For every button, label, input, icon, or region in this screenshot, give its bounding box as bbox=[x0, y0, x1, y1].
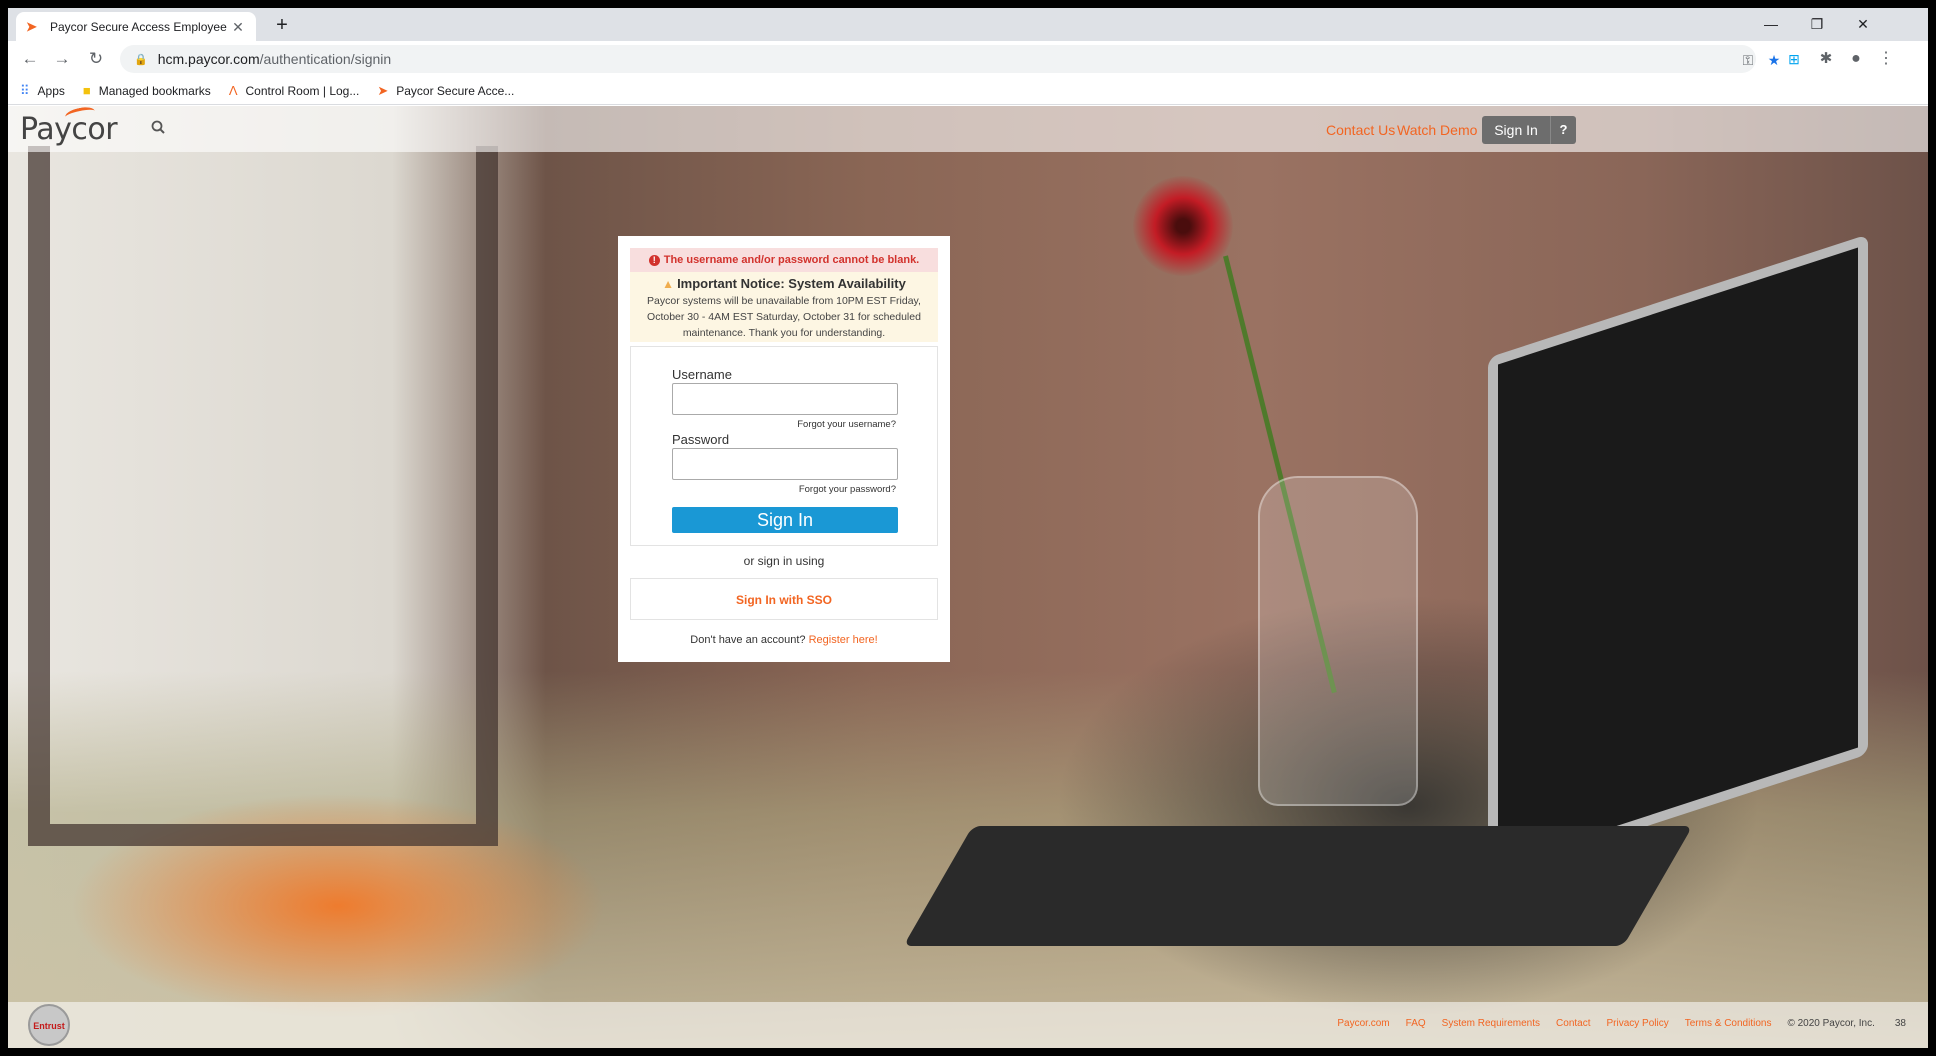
footer-link-system-requirements[interactable]: System Requirements bbox=[1442, 1018, 1540, 1029]
site-header: Paycor Contact Us Watch Demo Sign In ? bbox=[8, 106, 1928, 152]
close-window-icon[interactable]: ✕ bbox=[1840, 8, 1886, 41]
apps-grid-icon: ⠿ bbox=[20, 82, 30, 98]
error-banner: ! The username and/or password cannot be … bbox=[630, 248, 938, 272]
bookmarks-bar: ⠿ Apps ■ Managed bookmarks Λ Control Roo… bbox=[8, 77, 1928, 105]
register-prompt: Don't have an account? bbox=[690, 634, 806, 646]
folder-icon: ■ bbox=[82, 83, 91, 98]
bookmark-managed[interactable]: ■ Managed bookmarks bbox=[83, 83, 211, 98]
paycor-favicon-icon: ➤ bbox=[377, 82, 389, 98]
notice-body: Paycor systems will be unavailable from … bbox=[647, 295, 921, 339]
search-icon[interactable] bbox=[148, 119, 168, 139]
footer-link-privacy[interactable]: Privacy Policy bbox=[1607, 1018, 1669, 1029]
sso-sign-in-link[interactable]: Sign In with SSO bbox=[736, 593, 832, 607]
glass-vase bbox=[1258, 476, 1418, 806]
header-sign-in-button[interactable]: Sign In bbox=[1482, 116, 1550, 144]
notice-box: ▲ Important Notice: System Availability P… bbox=[630, 272, 938, 342]
paycor-logo[interactable]: Paycor bbox=[20, 106, 118, 147]
address-bar[interactable]: 🔒 hcm.paycor.com/authentication/signin ⚿… bbox=[120, 45, 1780, 73]
menu-kebab-icon[interactable]: ⋮ bbox=[1874, 47, 1898, 71]
seal-text: Entrust bbox=[33, 1021, 65, 1031]
browser-window: ➤ Paycor Secure Access Employee ✕ + — ❐ … bbox=[8, 8, 1928, 1048]
password-label: Password bbox=[672, 432, 730, 447]
url-path: /authentication/signin bbox=[259, 51, 392, 67]
footer-links: Paycor.com FAQ System Requirements Conta… bbox=[1321, 1018, 1906, 1029]
footer-number: 38 bbox=[1894, 1018, 1906, 1029]
tab-strip: ➤ Paycor Secure Access Employee ✕ + — ❐ … bbox=[8, 8, 1928, 41]
forgot-password-link[interactable]: Forgot your password? bbox=[799, 484, 896, 495]
laptop-keyboard bbox=[903, 826, 1693, 946]
bookmark-control-room[interactable]: Λ Control Room | Log... bbox=[229, 83, 360, 98]
watch-demo-link[interactable]: Watch Demo bbox=[1397, 122, 1477, 138]
help-button[interactable]: ? bbox=[1550, 116, 1576, 144]
bookmark-label: Control Room | Log... bbox=[245, 83, 360, 98]
username-label: Username bbox=[672, 367, 732, 382]
copyright: © 2020 Paycor, Inc. bbox=[1787, 1018, 1875, 1029]
login-card: ! The username and/or password cannot be … bbox=[618, 236, 950, 662]
restore-icon[interactable]: ❐ bbox=[1794, 8, 1840, 41]
footer-link-terms[interactable]: Terms & Conditions bbox=[1685, 1018, 1772, 1029]
bookmark-apps[interactable]: ⠿ Apps bbox=[20, 83, 65, 99]
lock-icon[interactable]: 🔒 bbox=[134, 53, 148, 66]
forgot-username-link[interactable]: Forgot your username? bbox=[797, 419, 896, 430]
profile-avatar-icon[interactable]: ● bbox=[1844, 47, 1868, 71]
footer-link-faq[interactable]: FAQ bbox=[1406, 1018, 1426, 1029]
or-sign-in-text: or sign in using bbox=[743, 554, 825, 568]
reload-icon[interactable]: ↻ bbox=[84, 47, 108, 71]
register-link[interactable]: Register here! bbox=[809, 634, 878, 646]
sign-in-button[interactable]: Sign In bbox=[672, 507, 898, 533]
error-message: The username and/or password cannot be b… bbox=[663, 254, 920, 266]
register-line: Don't have an account? Register here! bbox=[618, 634, 950, 646]
key-icon[interactable]: ⚿ bbox=[1740, 52, 1756, 68]
warning-icon: ▲ bbox=[662, 277, 675, 291]
site-footer: Entrust Paycor.com FAQ System Requiremen… bbox=[8, 1002, 1928, 1048]
new-tab-button[interactable]: + bbox=[270, 14, 294, 38]
url-host: hcm.paycor.com bbox=[157, 51, 260, 67]
footer-link-contact[interactable]: Contact bbox=[1556, 1018, 1590, 1029]
entrust-seal[interactable]: Entrust bbox=[28, 1004, 70, 1046]
tab-title: Paycor Secure Access Employee bbox=[50, 19, 227, 34]
background-window bbox=[28, 146, 498, 846]
password-input[interactable] bbox=[672, 448, 898, 480]
bookmark-star-icon[interactable]: ★ bbox=[1766, 52, 1782, 68]
windows-extension-icon[interactable]: ⊞ bbox=[1782, 47, 1806, 71]
page: Paycor Contact Us Watch Demo Sign In ? !… bbox=[8, 106, 1928, 1048]
browser-toolbar: ← → ↻ 🔒 hcm.paycor.com/authentication/si… bbox=[8, 41, 1928, 77]
forward-arrow-icon[interactable]: → bbox=[50, 47, 74, 71]
bookmark-label: Apps bbox=[37, 83, 65, 98]
back-arrow-icon[interactable]: ← bbox=[18, 47, 42, 71]
error-icon: ! bbox=[648, 255, 660, 266]
extensions-puzzle-icon[interactable]: ✱ bbox=[1814, 47, 1838, 71]
username-input[interactable] bbox=[672, 383, 898, 415]
control-room-icon: Λ bbox=[228, 83, 238, 98]
bookmark-paycor[interactable]: ➤ Paycor Secure Acce... bbox=[377, 83, 514, 99]
red-flower bbox=[1133, 176, 1233, 276]
browser-tab[interactable]: ➤ Paycor Secure Access Employee ✕ bbox=[16, 12, 256, 41]
contact-us-link[interactable]: Contact Us bbox=[1326, 122, 1395, 138]
close-tab-icon[interactable]: ✕ bbox=[230, 19, 246, 35]
minimize-icon[interactable]: — bbox=[1748, 8, 1794, 41]
paycor-favicon-icon: ➤ bbox=[26, 18, 37, 34]
bookmark-label: Managed bookmarks bbox=[98, 83, 211, 98]
footer-link-paycor[interactable]: Paycor.com bbox=[1337, 1018, 1389, 1029]
bookmark-label: Paycor Secure Acce... bbox=[396, 83, 515, 98]
sso-box: Sign In with SSO bbox=[630, 578, 938, 620]
notice-title: Important Notice: System Availability bbox=[677, 276, 906, 291]
login-form: Username Forgot your username? Password … bbox=[630, 346, 938, 546]
